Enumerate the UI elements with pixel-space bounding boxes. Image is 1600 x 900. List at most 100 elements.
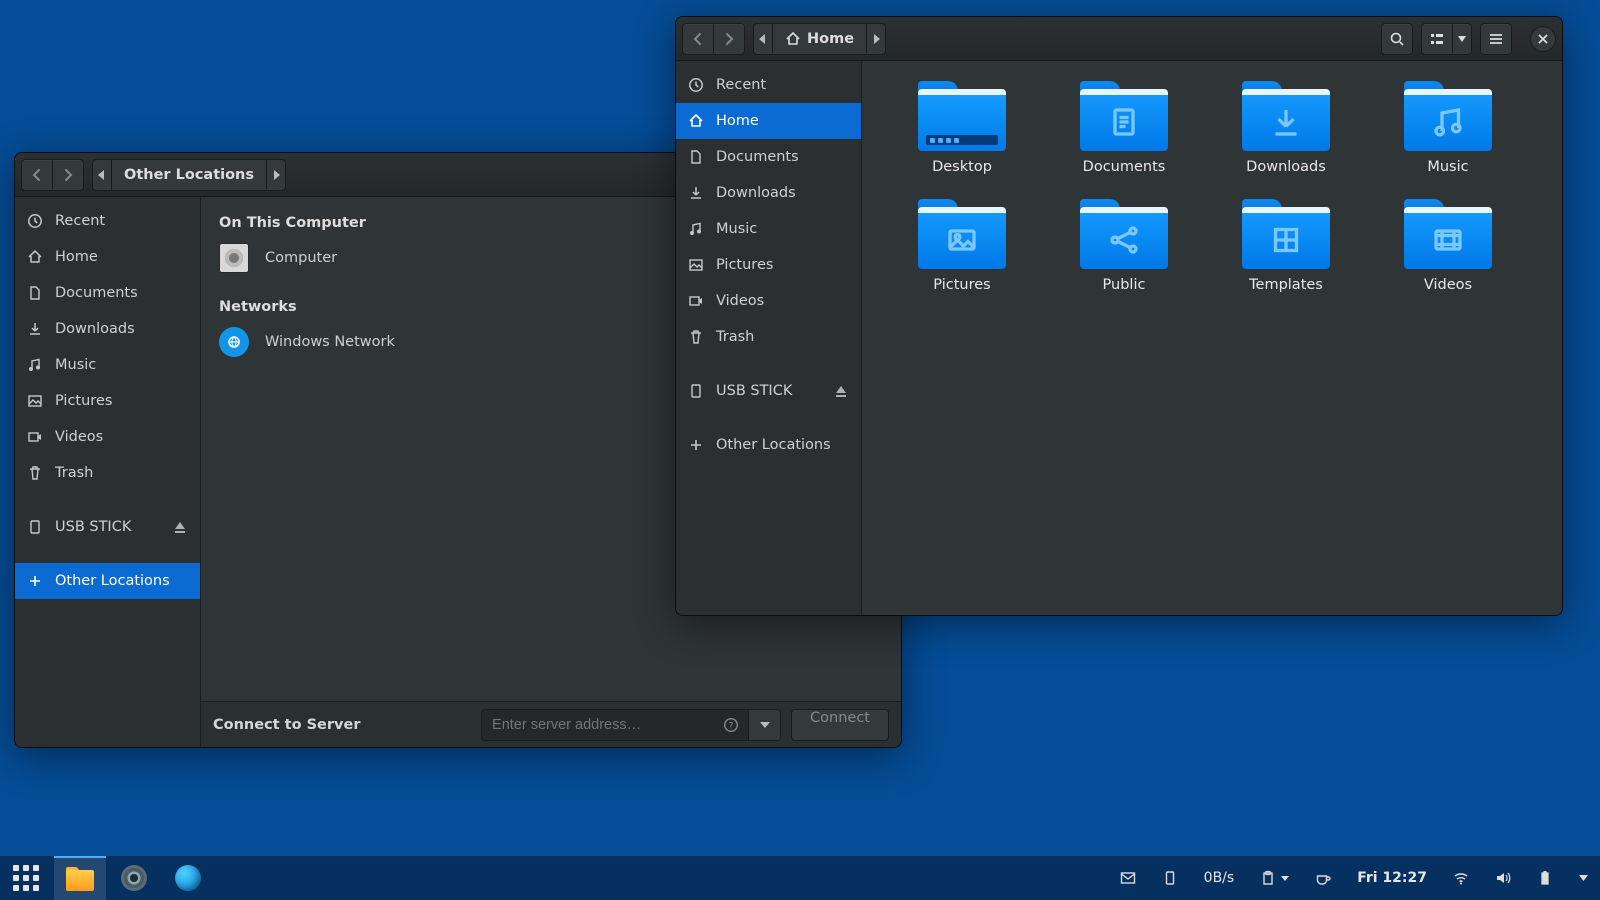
tray-clipboard[interactable] [1256,866,1293,890]
sidebar-item-recent[interactable]: Recent [15,203,200,239]
usb-icon [688,383,704,399]
folder-videos[interactable]: Videos [1378,199,1518,293]
tray-mail[interactable] [1116,866,1140,890]
eject-icon[interactable] [172,519,188,535]
server-address-input[interactable] [481,709,749,741]
folder-documents[interactable]: Documents [1054,81,1194,175]
folder-desktop[interactable]: Desktop [892,81,1032,175]
taskbar-app-settings[interactable] [108,856,160,900]
sidebar-item-recent[interactable]: Recent [676,67,861,103]
view-options-dropdown[interactable] [1452,23,1472,55]
chevron-right-icon [60,167,76,183]
mail-icon [1120,870,1136,886]
path-next[interactable] [266,159,286,191]
usb-icon [1162,870,1178,886]
search-button[interactable] [1381,23,1413,55]
location-name: Computer [265,250,337,266]
close-button[interactable] [1530,26,1556,52]
folder-downloads[interactable]: Downloads [1216,81,1356,175]
eject-icon[interactable] [833,383,849,399]
sidebar-item-other-locations[interactable]: Other Locations [676,427,861,463]
path-label: Home [807,31,854,47]
tray-volume[interactable] [1491,866,1515,890]
sidebar-item-music[interactable]: Music [676,211,861,247]
files-icon [66,867,94,891]
folder-templates[interactable]: Templates [1216,199,1356,293]
folder-icon [1242,199,1330,269]
taskbar-app-files[interactable] [54,856,106,900]
forward-button[interactable] [713,23,745,55]
file-icon [27,285,43,301]
connect-button[interactable]: Connect [791,709,889,741]
home-icon [688,113,704,129]
tray-clock[interactable]: Fri 12:27 [1353,866,1431,890]
home-icon [27,249,43,265]
sidebar-item-documents[interactable]: Documents [676,139,861,175]
applications-button[interactable] [0,856,52,900]
folder-pictures[interactable]: Pictures [892,199,1032,293]
sidebar-item-pictures[interactable]: Pictures [676,247,861,283]
path-next[interactable] [866,23,886,55]
tray-caffeine[interactable] [1311,866,1335,890]
sidebar-item-downloads[interactable]: Downloads [15,311,200,347]
path-segment-current[interactable]: Other Locations [111,159,267,191]
chevron-left-icon [29,167,45,183]
sidebar-item-music[interactable]: Music [15,347,200,383]
hamburger-menu-button[interactable] [1480,23,1512,55]
path-prev[interactable] [92,159,112,191]
tray-netspeed-label: 0B/s [1204,870,1235,886]
tray-system-menu[interactable] [1575,871,1592,885]
sidebar-item-usb[interactable]: USB STICK [15,509,200,545]
help-icon[interactable]: ? [723,717,739,733]
sidebar-item-downloads[interactable]: Downloads [676,175,861,211]
sidebar-item-home[interactable]: Home [15,239,200,275]
icon-view[interactable]: Desktop Documents Downloads Music Pictur… [862,61,1562,615]
view-list-icon [1429,31,1445,47]
chevron-left-icon [690,31,706,47]
apps-grid-icon [13,865,39,891]
connect-label: Connect to Server [213,717,360,733]
sidebar-item-pictures[interactable]: Pictures [15,383,200,419]
system-tray: 0B/s Fri 12:27 [1116,866,1592,890]
location-name: Windows Network [265,334,395,350]
path-prev[interactable] [753,23,773,55]
tray-battery[interactable] [1533,866,1557,890]
folder-icon [918,81,1006,151]
headerbar: Home [676,17,1562,61]
chevron-right-icon [721,31,737,47]
folder-icon [1080,199,1168,269]
trash-icon [27,465,43,481]
tray-netspeed[interactable]: 0B/s [1200,866,1239,890]
folder-music[interactable]: Music [1378,81,1518,175]
back-button[interactable] [21,159,53,191]
nav-back-forward [21,159,84,191]
tray-removable[interactable] [1158,866,1182,890]
path-segment-current[interactable]: Home [772,23,867,55]
connect-to-server-bar: Connect to Server ? Connect [201,701,901,747]
places-sidebar: Recent Home Documents Downloads Music Pi… [15,197,201,747]
view-toggle-button[interactable] [1421,23,1453,55]
back-button[interactable] [682,23,714,55]
folder-public[interactable]: Public [1054,199,1194,293]
plus-icon [27,573,43,589]
battery-icon [1537,870,1553,886]
server-history-dropdown[interactable] [749,709,781,741]
sidebar-item-home[interactable]: Home [676,103,861,139]
taskbar-app-browser[interactable] [162,856,214,900]
sidebar-item-other-locations[interactable]: Other Locations [15,563,200,599]
search-icon [1389,31,1405,47]
pathbar: Other Locations [92,159,286,191]
sidebar-item-usb[interactable]: USB STICK [676,373,861,409]
clipboard-icon [1260,870,1276,886]
sidebar-item-documents[interactable]: Documents [15,275,200,311]
places-sidebar: Recent Home Documents Downloads Music Pi… [676,61,862,615]
sidebar-item-trash[interactable]: Trash [15,455,200,491]
file-icon [688,149,704,165]
path-label: Other Locations [124,167,254,183]
sidebar-item-videos[interactable]: Videos [676,283,861,319]
sidebar-item-trash[interactable]: Trash [676,319,861,355]
tray-wifi[interactable] [1449,866,1473,890]
folder-icon [1242,81,1330,151]
sidebar-item-videos[interactable]: Videos [15,419,200,455]
forward-button[interactable] [52,159,84,191]
